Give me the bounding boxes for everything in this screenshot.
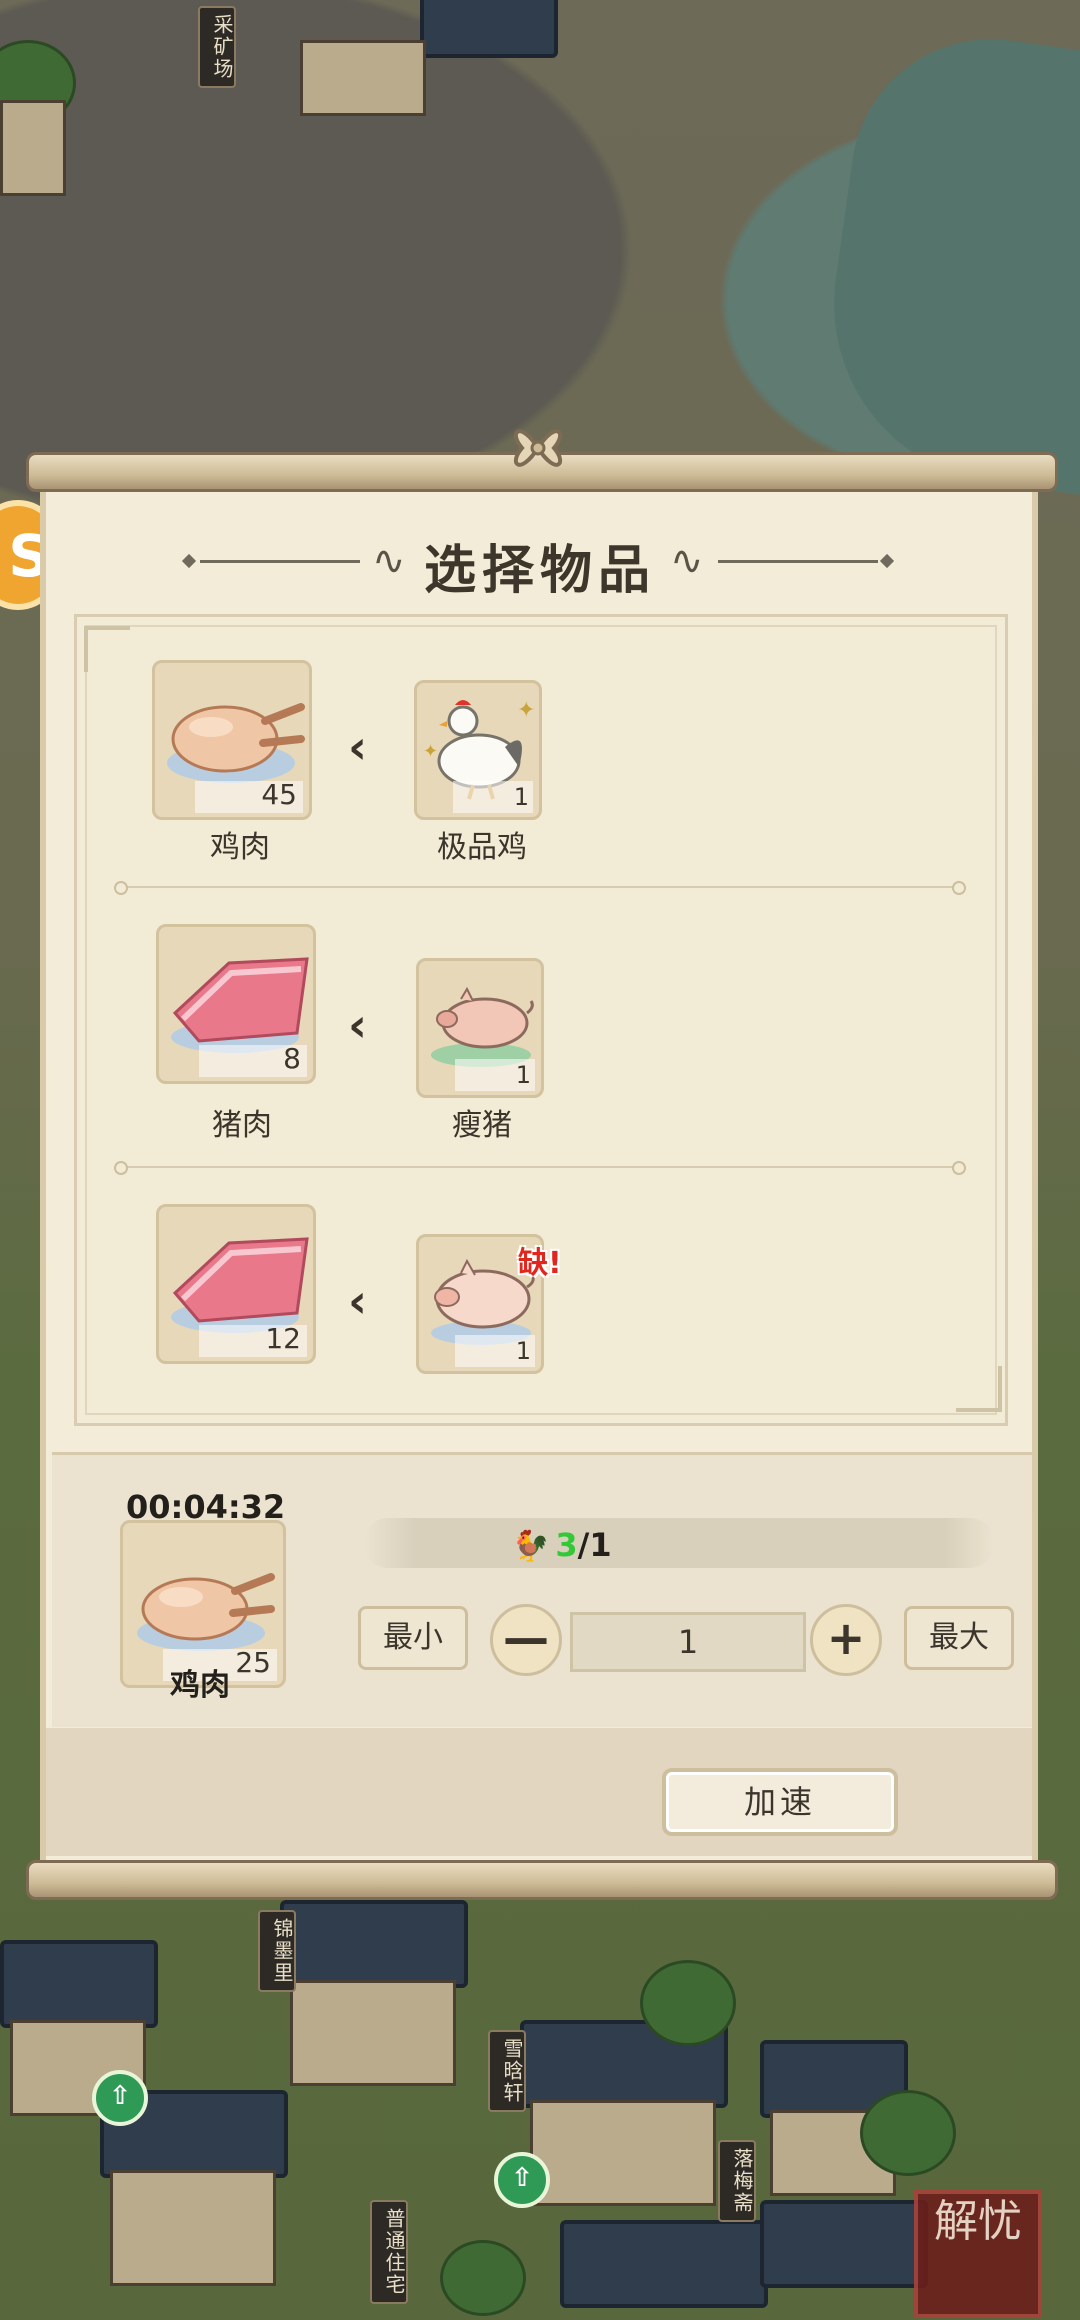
current-item-name: 鸡肉: [170, 1668, 230, 1703]
item-count: 1: [515, 1337, 531, 1365]
building-roof: [0, 1940, 158, 2028]
ornament-line: [200, 560, 360, 563]
building-roof: [420, 0, 558, 58]
item-count: 1: [515, 1061, 531, 1089]
ornament-line: [718, 560, 878, 563]
recipe-output-slot[interactable]: 12: [156, 1204, 316, 1364]
svg-text:✦: ✦: [423, 741, 438, 762]
map-sign-luomeizhai[interactable]: 落梅斋: [718, 2140, 756, 2222]
building: [290, 1980, 456, 2086]
recipe-output-name: 猪肉: [212, 1108, 272, 1143]
building-roof: [760, 2200, 928, 2288]
building: [530, 2100, 716, 2206]
divider: [114, 881, 966, 895]
dialog-title: 选择物品: [423, 540, 656, 601]
material-progress: 🐓 3/1: [512, 1526, 612, 1564]
map-sign-mine[interactable]: 采矿场: [198, 6, 236, 88]
building: [0, 100, 66, 196]
increase-button[interactable]: +: [810, 1604, 882, 1676]
roast-chicken-icon: [137, 1573, 275, 1651]
map-sign-jinmoli[interactable]: 锦墨里: [258, 1910, 296, 1992]
speedup-button[interactable]: 加速: [662, 1768, 898, 1836]
recipe-output-slot[interactable]: 8: [156, 924, 316, 1084]
rooster-small-icon: 🐓: [512, 1529, 550, 1564]
recipe-output-name: 鸡肉: [210, 830, 270, 865]
frame-corner: [956, 1366, 1002, 1412]
chevron-left-icon: ‹: [348, 1274, 367, 1328]
mine-structure: [300, 40, 426, 116]
recipe-input-name: 极品鸡: [437, 830, 527, 865]
recipe-input-name: 瘦猪: [452, 1108, 512, 1143]
frame-corner: [84, 626, 130, 672]
map-sign-xuehanxuan[interactable]: 雪晗轩: [488, 2030, 526, 2112]
item-count: 45: [261, 778, 297, 811]
ornament-dot: [181, 553, 197, 569]
dialog-title-row: ∿ 选择物品 ∿: [0, 520, 1080, 601]
ornament-dot: [879, 553, 895, 569]
item-count: 8: [283, 1042, 301, 1075]
tree: [440, 2240, 526, 2316]
progress-have: 3: [555, 1526, 578, 1564]
tree: [860, 2090, 956, 2176]
min-button[interactable]: 最小: [358, 1606, 468, 1670]
chevron-left-icon: ‹: [348, 720, 367, 774]
seal-logo[interactable]: 解忧: [914, 2190, 1042, 2318]
recipe-input-slot[interactable]: ✦ ✦ 1: [414, 680, 542, 820]
recipe-output-slot[interactable]: 45: [152, 660, 312, 820]
progress-need: /1: [577, 1526, 612, 1564]
missing-badge: 缺!: [518, 1246, 562, 1281]
river: [810, 21, 1080, 499]
building-roof: [560, 2220, 768, 2308]
tree: [640, 1960, 736, 2046]
building: [110, 2170, 276, 2286]
ornament-swirl-icon: ∿: [670, 538, 704, 584]
building-roof: [280, 1900, 468, 1988]
item-count: 12: [265, 1322, 301, 1355]
chevron-left-icon: ‹: [348, 998, 367, 1052]
scroll-rod-bottom: [26, 1860, 1058, 1900]
recipe-input-slot[interactable]: 1: [416, 958, 544, 1098]
max-button[interactable]: 最大: [904, 1606, 1014, 1670]
item-count: 1: [513, 783, 529, 811]
material-progress-bar: [364, 1518, 994, 1568]
upgrade-arrow-icon[interactable]: ⇧: [92, 2070, 148, 2126]
quantity-field[interactable]: 1: [570, 1612, 806, 1672]
decrease-button[interactable]: —: [490, 1604, 562, 1676]
svg-text:✦: ✦: [517, 698, 535, 723]
scroll-knot-icon: [513, 429, 563, 467]
map-sign-residence[interactable]: 普通住宅: [370, 2200, 408, 2304]
upgrade-arrow-icon[interactable]: ⇧: [494, 2152, 550, 2208]
divider: [114, 1161, 966, 1175]
seal-text: 解忧: [934, 2196, 1022, 2247]
